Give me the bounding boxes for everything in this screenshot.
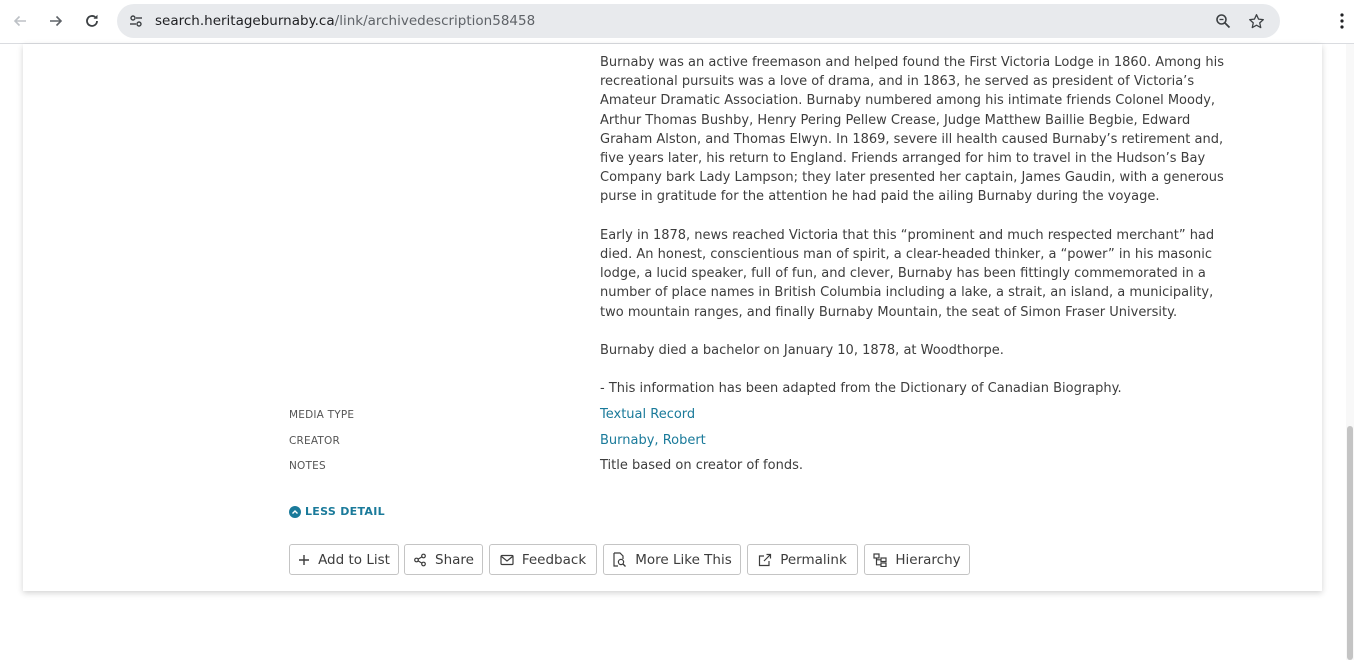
permalink-label: Permalink bbox=[780, 551, 847, 568]
chevron-up-icon bbox=[289, 505, 301, 518]
url-path: /link/archivedescription58458 bbox=[334, 13, 536, 29]
description-paragraph: Burnaby died a bachelor on January 10, 1… bbox=[600, 343, 1004, 359]
back-arrow-icon[interactable] bbox=[7, 8, 33, 34]
document-search-icon bbox=[613, 552, 627, 567]
record-description: Burnaby was an active freemason and help… bbox=[600, 53, 1240, 399]
media-type-label: MEDIA TYPE bbox=[289, 409, 355, 421]
scrollbar-thumb[interactable] bbox=[1347, 426, 1353, 660]
site-settings-icon[interactable] bbox=[125, 10, 147, 32]
zoom-icon[interactable] bbox=[1213, 11, 1233, 31]
feedback-label: Feedback bbox=[521, 551, 587, 568]
hierarchy-icon bbox=[873, 552, 887, 567]
creator-link[interactable]: Burnaby, Robert bbox=[600, 433, 706, 448]
share-button[interactable]: Share bbox=[404, 544, 483, 575]
more-like-this-label: More Like This bbox=[635, 551, 732, 568]
media-type-link[interactable]: Textual Record bbox=[600, 407, 695, 422]
permalink-button[interactable]: Permalink bbox=[747, 544, 858, 575]
less-detail-toggle[interactable]: LESS DETAIL bbox=[289, 505, 385, 518]
notes-value: Title based on creator of fonds. bbox=[600, 458, 803, 473]
address-bar[interactable]: search.heritageburnaby.ca/link/archivede… bbox=[117, 4, 1280, 38]
hierarchy-label: Hierarchy bbox=[895, 551, 961, 568]
description-paragraph: Early in 1878, news reached Victoria tha… bbox=[600, 227, 1215, 320]
less-detail-label: LESS DETAIL bbox=[305, 505, 385, 518]
hierarchy-button[interactable]: Hierarchy bbox=[864, 544, 970, 575]
browser-menu-icon[interactable] bbox=[1331, 10, 1353, 32]
feedback-button[interactable]: Feedback bbox=[489, 544, 597, 575]
creator-label: CREATOR bbox=[289, 435, 341, 447]
bookmark-star-icon[interactable] bbox=[1246, 11, 1266, 31]
external-link-icon bbox=[759, 553, 772, 566]
url-host: search.heritageburnaby.ca bbox=[155, 13, 335, 29]
url-text: search.heritageburnaby.ca/link/archivede… bbox=[155, 13, 535, 29]
page-scrollbar[interactable] bbox=[1346, 44, 1354, 660]
add-to-list-button[interactable]: Add to List bbox=[289, 544, 399, 575]
more-like-this-button[interactable]: More Like This bbox=[603, 544, 741, 575]
add-to-list-label: Add to List bbox=[318, 551, 390, 568]
envelope-icon bbox=[500, 554, 514, 565]
description-paragraph: - This information has been adapted from… bbox=[600, 381, 1122, 397]
description-paragraph: Burnaby was an active freemason and help… bbox=[600, 55, 1224, 205]
share-label: Share bbox=[435, 551, 474, 568]
browser-toolbar: search.heritageburnaby.ca/link/archivede… bbox=[0, 0, 1354, 44]
reload-icon[interactable] bbox=[79, 8, 105, 34]
forward-arrow-icon[interactable] bbox=[43, 8, 69, 34]
share-icon bbox=[414, 553, 426, 566]
plus-icon bbox=[299, 554, 310, 565]
notes-label: NOTES bbox=[289, 460, 326, 472]
